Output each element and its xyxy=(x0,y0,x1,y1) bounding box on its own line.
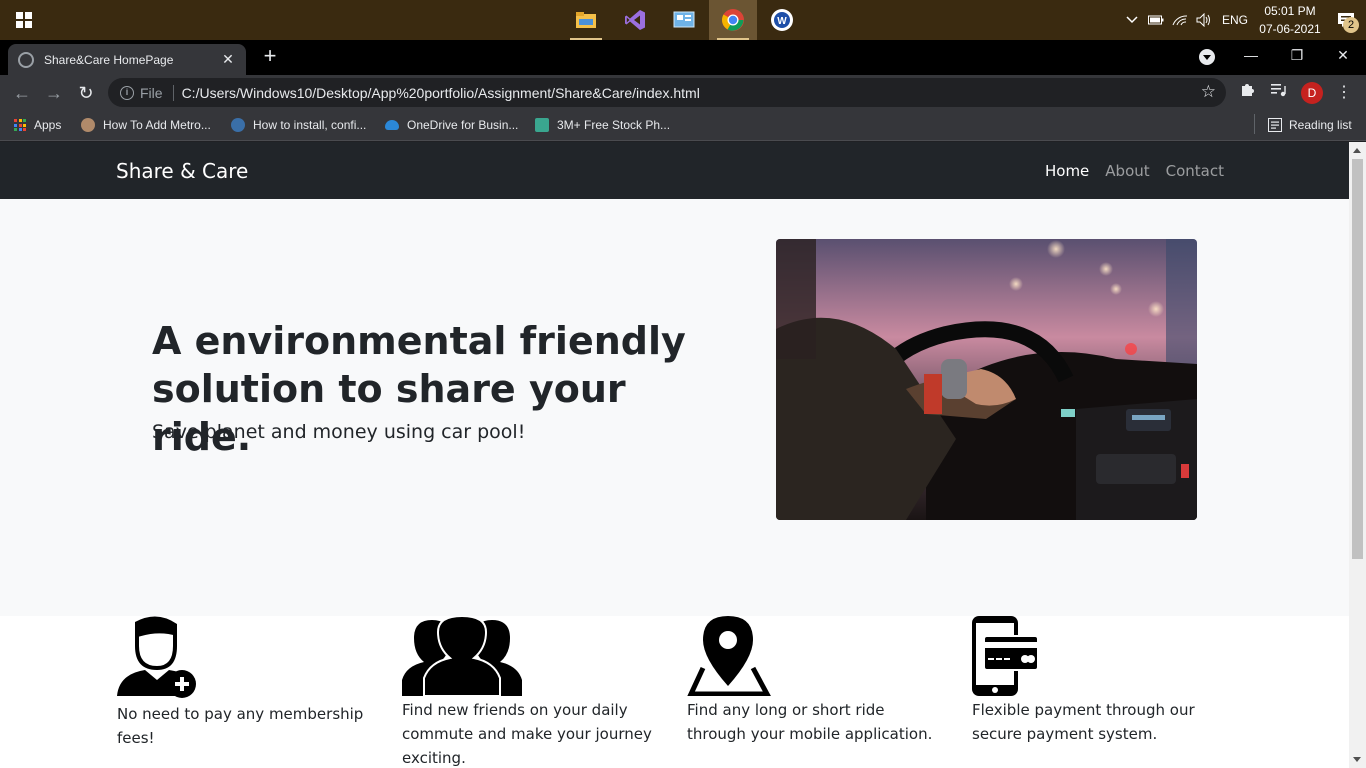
group-icon xyxy=(402,614,662,697)
feature-card: Find new friends on your daily commute a… xyxy=(402,614,662,768)
system-tray: ENG 05:01 PM 07-06-2021 2 xyxy=(1120,0,1366,40)
notification-badge: 2 xyxy=(1343,17,1359,33)
onedrive-icon xyxy=(385,120,399,130)
reading-list-button[interactable]: Reading list xyxy=(1268,116,1352,134)
nav-link-contact[interactable]: Contact xyxy=(1166,162,1224,180)
hero-section: A environmental friendly solution to sha… xyxy=(0,199,1349,616)
site-nav-links: Home About Contact xyxy=(1045,162,1224,180)
browser-tab[interactable]: Share&Care HomePage ✕ xyxy=(8,44,246,75)
profile-avatar[interactable]: D xyxy=(1301,82,1323,104)
bookmark-favicon-icon xyxy=(535,118,549,132)
media-queue-icon[interactable] xyxy=(1265,79,1293,107)
back-arrow-icon[interactable]: ← xyxy=(8,79,36,107)
tab-search-icon[interactable] xyxy=(1199,49,1215,65)
action-center-button[interactable]: 2 xyxy=(1326,0,1366,40)
features-section: No need to pay any membership fees! Find… xyxy=(0,614,1349,768)
browser-tab-strip: Share&Care HomePage ✕ xyxy=(0,40,1366,75)
language-indicator[interactable]: ENG xyxy=(1216,0,1254,40)
close-window-button[interactable]: ✕ xyxy=(1320,40,1366,70)
feature-text: No need to pay any membership fees! xyxy=(117,705,364,747)
extensions-icon[interactable] xyxy=(1234,79,1262,107)
scroll-thumb[interactable] xyxy=(1352,159,1363,559)
mobile-payment-icon xyxy=(972,616,1232,696)
windows-taskbar: W ENG 05:01 PM 07-06-2021 2 xyxy=(0,0,1366,40)
bookmarks-bar: Apps How To Add Metro... How to install,… xyxy=(0,110,1366,141)
bookmark-apps[interactable]: Apps xyxy=(14,116,61,134)
forward-arrow-icon[interactable]: → xyxy=(40,79,68,107)
close-tab-icon[interactable]: ✕ xyxy=(220,51,236,68)
control-panel-icon[interactable] xyxy=(660,0,708,40)
bookmarks-divider xyxy=(1254,114,1255,134)
user-add-icon xyxy=(117,616,377,698)
svg-text:W: W xyxy=(777,16,787,27)
scroll-down-arrow-icon[interactable] xyxy=(1353,757,1361,762)
bookmark-label: OneDrive for Busin... xyxy=(407,118,519,132)
map-pin-icon xyxy=(687,616,947,697)
bookmark-stock-photos[interactable]: 3M+ Free Stock Ph... xyxy=(535,116,670,134)
word-app-icon[interactable]: W xyxy=(758,0,806,40)
feature-text: Find new friends on your daily commute a… xyxy=(402,701,652,767)
page-viewport: Share & Care Home About Contact A enviro… xyxy=(0,142,1366,768)
minimize-button[interactable]: — xyxy=(1228,40,1274,70)
feature-text: Find any long or short ride through your… xyxy=(687,701,933,743)
chrome-menu-icon[interactable]: ⋮ xyxy=(1330,79,1358,107)
start-button[interactable] xyxy=(0,0,48,40)
address-url[interactable]: C:/Users/Windows10/Desktop/App%20portfol… xyxy=(182,85,700,101)
feature-text: Flexible payment through our secure paym… xyxy=(972,701,1195,743)
wifi-icon[interactable] xyxy=(1168,0,1192,40)
windows-logo-icon xyxy=(16,12,32,28)
bookmark-onedrive[interactable]: OneDrive for Busin... xyxy=(385,116,518,134)
globe-favicon-icon xyxy=(18,51,34,68)
hero-subtitle: Save planet and money using car pool! xyxy=(152,421,526,443)
reading-list-icon xyxy=(1268,118,1282,132)
reading-list-label: Reading list xyxy=(1289,118,1352,132)
volume-icon[interactable] xyxy=(1192,0,1216,40)
browser-toolbar: ← → ↻ i File C:/Users/Windows10/Desktop/… xyxy=(0,75,1366,110)
chevron-up-icon[interactable] xyxy=(1120,0,1144,40)
bookmark-install[interactable]: How to install, confi... xyxy=(231,116,366,134)
clock-time: 05:01 PM xyxy=(1264,4,1316,18)
bookmark-label: 3M+ Free Stock Ph... xyxy=(557,118,671,132)
apps-grid-icon xyxy=(14,119,26,131)
feature-card: Find any long or short ride through your… xyxy=(687,616,947,746)
bookmark-favicon-icon xyxy=(231,118,245,132)
hero-image-driver xyxy=(776,239,1197,520)
clock-date: 07-06-2021 xyxy=(1259,22,1321,36)
clock[interactable]: 05:01 PM 07-06-2021 xyxy=(1254,2,1326,38)
bookmark-metro[interactable]: How To Add Metro... xyxy=(81,116,211,134)
address-separator xyxy=(172,84,174,101)
info-icon[interactable]: i xyxy=(120,85,134,100)
bookmark-label: Apps xyxy=(34,118,62,132)
tab-title: Share&Care HomePage xyxy=(44,52,174,67)
bookmark-label: How to install, confi... xyxy=(253,118,367,132)
site-navbar: Share & Care Home About Contact xyxy=(0,142,1349,199)
site-brand[interactable]: Share & Care xyxy=(116,159,248,183)
restore-button[interactable]: ❐ xyxy=(1274,40,1320,70)
address-bar[interactable]: i File C:/Users/Windows10/Desktop/App%20… xyxy=(108,78,1226,107)
bookmark-label: How To Add Metro... xyxy=(103,118,211,132)
reload-icon[interactable]: ↻ xyxy=(72,79,100,107)
new-tab-button[interactable]: + xyxy=(258,44,282,68)
nav-link-home[interactable]: Home xyxy=(1045,162,1089,180)
feature-card: No need to pay any membership fees! xyxy=(117,616,377,750)
chrome-icon[interactable] xyxy=(709,0,757,40)
scroll-up-arrow-icon[interactable] xyxy=(1353,148,1361,153)
page-scrollbar[interactable] xyxy=(1349,142,1366,768)
bookmark-star-icon[interactable]: ☆ xyxy=(1201,82,1216,102)
visual-studio-icon[interactable] xyxy=(611,0,659,40)
address-scheme-label: File xyxy=(140,84,163,101)
bookmark-favicon-icon xyxy=(81,118,95,132)
feature-card: Flexible payment through our secure paym… xyxy=(972,616,1232,746)
battery-icon[interactable] xyxy=(1144,0,1168,40)
file-explorer-icon[interactable] xyxy=(562,0,610,40)
nav-link-about[interactable]: About xyxy=(1105,162,1149,180)
